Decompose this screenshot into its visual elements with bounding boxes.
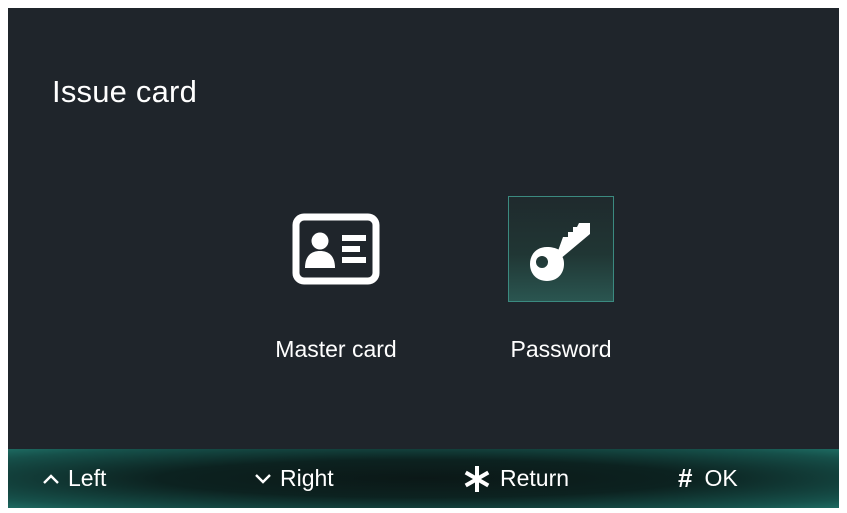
key-hint-return: Return — [462, 449, 569, 508]
master-card-label: Master card — [275, 336, 397, 362]
password-tile[interactable] — [508, 196, 614, 302]
key-hint-ok: # OK — [678, 449, 738, 508]
key-hint-right-label: Right — [280, 465, 334, 491]
menu-item-master-card[interactable]: Master card — [246, 196, 426, 363]
key-hint-return-label: Return — [500, 465, 570, 491]
key-hint-left-label: Left — [68, 465, 107, 491]
key-hint-right: Right — [254, 449, 334, 508]
asterisk-icon — [462, 464, 492, 494]
key-hint-ok-label: OK — [704, 465, 738, 491]
menu-item-password[interactable]: Password — [471, 196, 651, 363]
page-title: Issue card — [52, 74, 198, 109]
chevron-up-icon — [42, 473, 60, 485]
key-icon — [530, 223, 590, 281]
hash-icon: # — [678, 463, 693, 493]
chevron-down-icon — [254, 473, 272, 485]
master-card-tile[interactable] — [283, 196, 389, 302]
device-screen: Issue card Master card Password Left Rig… — [8, 8, 839, 508]
id-card-icon — [292, 213, 380, 285]
password-label: Password — [510, 336, 612, 362]
key-hint-left: Left — [42, 449, 106, 508]
key-hint-bar: Left Right Return # OK — [8, 449, 839, 508]
